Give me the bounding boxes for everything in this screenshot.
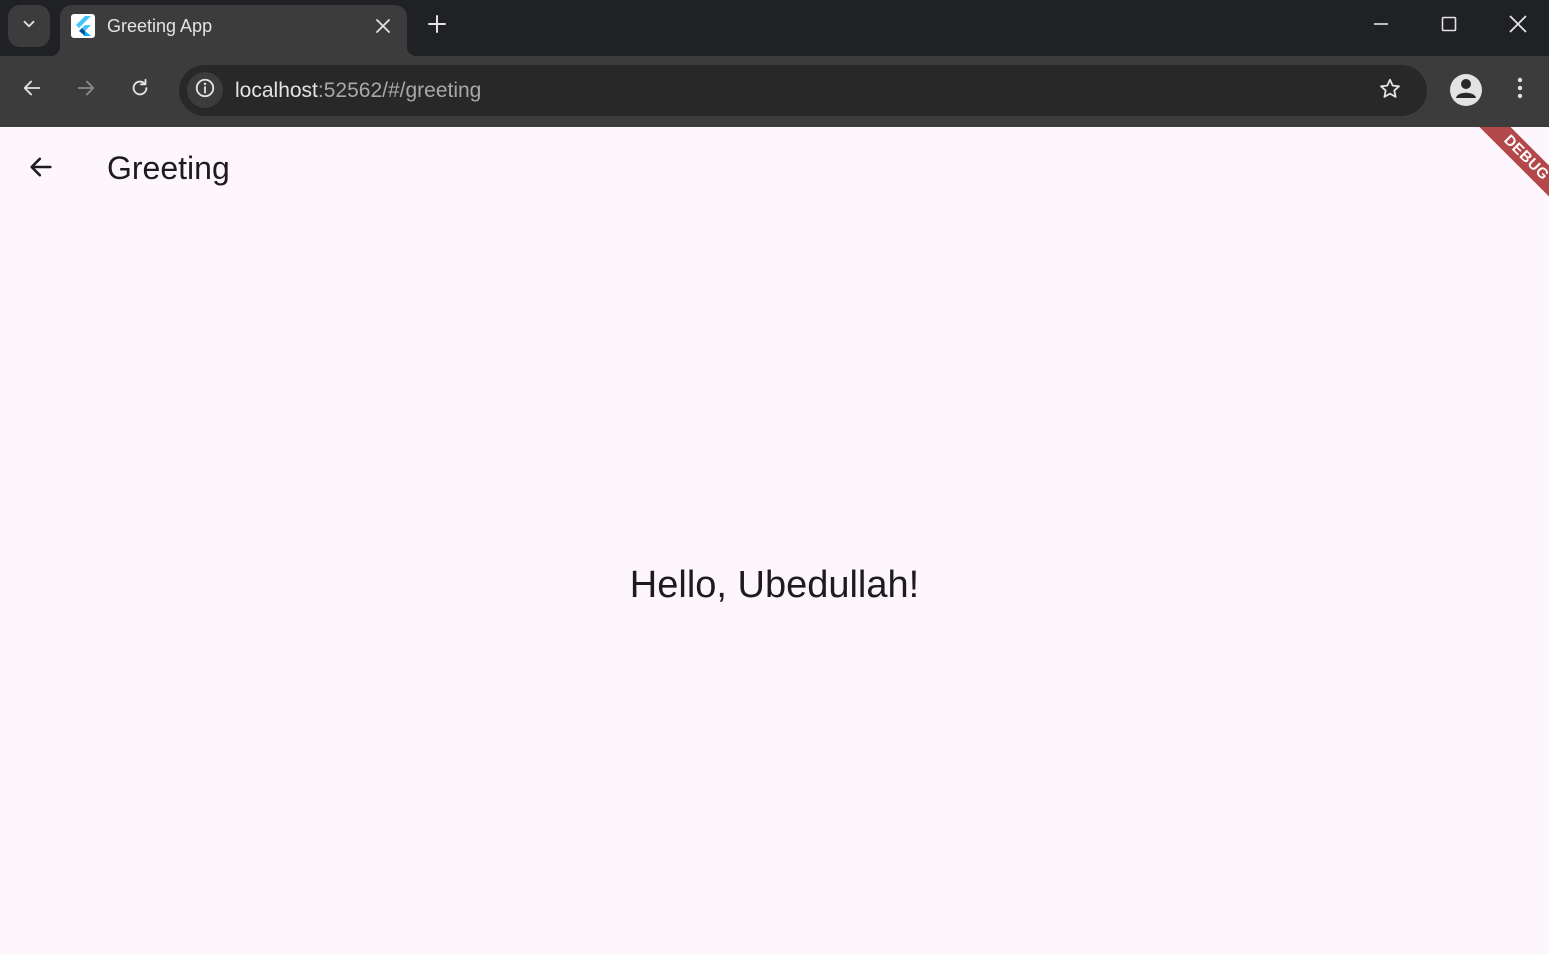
profile-button[interactable] [1450,74,1482,106]
plus-icon [428,14,446,38]
tab-close-icon[interactable] [371,14,395,38]
app-back-button[interactable] [17,145,65,193]
arrow-forward-icon [75,77,97,104]
url-path: :52562/#/greeting [317,79,482,102]
browser-menu-button[interactable] [1504,70,1536,110]
address-bar[interactable]: localhost:52562/#/greeting [179,65,1427,116]
site-info-button[interactable] [187,72,223,108]
tab-title: Greeting App [107,16,213,36]
minimize-button[interactable] [1358,5,1404,47]
url-text[interactable]: localhost:52562/#/greeting [235,79,481,103]
more-vert-icon [1517,77,1523,104]
page-title: Greeting [107,150,230,186]
maximize-icon [1441,16,1457,37]
bookmark-button[interactable] [1373,74,1407,108]
maximize-button[interactable] [1426,5,1472,47]
chevron-down-icon [20,15,38,38]
reload-icon [129,77,151,104]
info-icon [194,77,216,104]
new-tab-button[interactable] [421,10,453,42]
tab-search-button[interactable] [8,5,50,47]
arrow-back-icon [21,77,43,104]
tab-strip: Greeting App [0,0,1549,56]
url-host: localhost [235,79,318,102]
close-icon [1509,14,1527,38]
active-tab[interactable]: Greeting App [50,5,417,56]
reload-button[interactable] [120,70,160,110]
browser-toolbar: localhost:52562/#/greeting [0,56,1549,127]
page-viewport: Greeting Hello, Ubedullah! DEBUG [0,127,1549,954]
browser-window: Greeting App localhost:52562/#/greeting … [0,0,1549,954]
arrow-back-icon [27,153,55,186]
window-close-button[interactable] [1495,5,1541,47]
flutter-logo-icon [71,14,95,38]
greeting-text: Hello, Ubedullah! [629,564,920,606]
back-button[interactable] [12,70,52,110]
star-icon [1378,77,1402,106]
app-bar: Greeting [0,127,1549,211]
minimize-icon [1373,16,1389,37]
person-icon [1450,74,1482,106]
forward-button[interactable] [66,70,106,110]
